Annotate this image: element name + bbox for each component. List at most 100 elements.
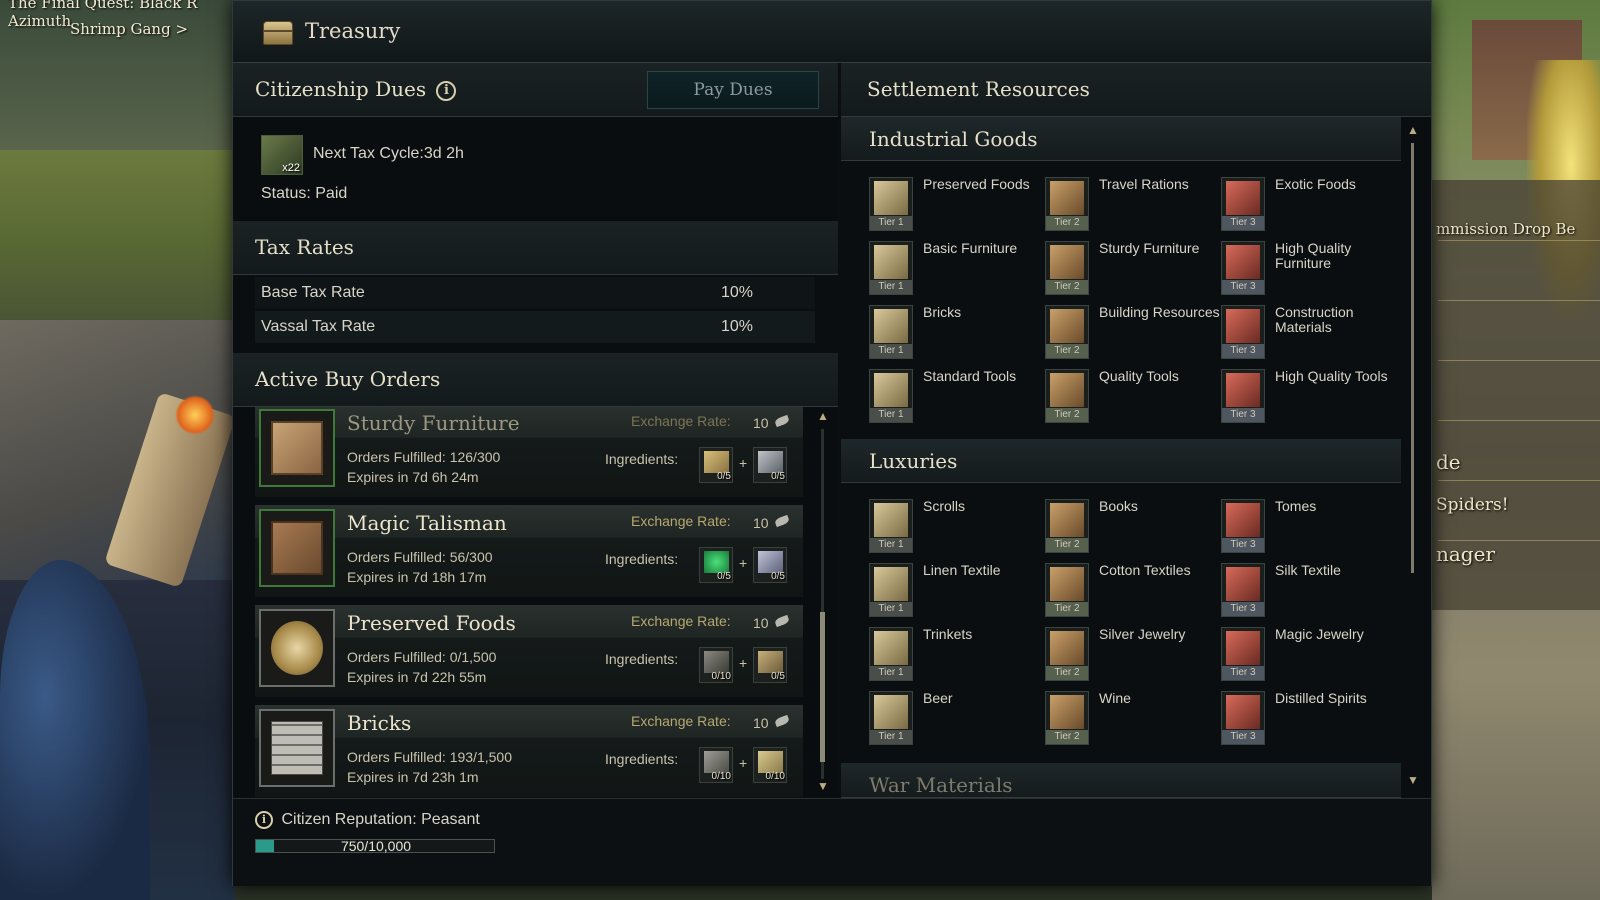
ingredient-slot[interactable]: 0/5 xyxy=(699,447,733,483)
resource-sturdy-furniture[interactable]: Tier 2 Sturdy Furniture xyxy=(1045,239,1225,299)
tier-badge: Tier 2 xyxy=(1046,280,1088,294)
tier-badge: Tier 2 xyxy=(1046,538,1088,552)
buy-order-sturdy-furniture[interactable]: Sturdy Furniture Exchange Rate: 10 Order… xyxy=(255,407,803,497)
resource-label: Beer xyxy=(923,690,953,706)
resource-travel-rations[interactable]: Tier 2 Travel Rations xyxy=(1045,175,1225,235)
quality-tools-icon: Tier 2 xyxy=(1045,369,1089,423)
building-resources-icon: Tier 2 xyxy=(1045,305,1089,359)
ingredient-slot[interactable]: 0/5 xyxy=(699,547,733,583)
resource-beer[interactable]: Tier 1 Beer xyxy=(869,689,1049,749)
category-luxuries[interactable]: Luxuries xyxy=(841,439,1401,483)
order-expiry: Expires in 7d 22h 55m xyxy=(347,669,487,685)
resource-label: Scrolls xyxy=(923,498,966,514)
resource-label: Silver Jewelry xyxy=(1099,626,1186,642)
ingredient-count: 0/10 xyxy=(765,771,785,782)
info-icon[interactable]: i xyxy=(436,80,457,101)
resource-tomes[interactable]: Tier 3 Tomes xyxy=(1221,497,1401,557)
pay-dues-button[interactable]: Pay Dues xyxy=(647,71,819,109)
buy-order-preserved-foods[interactable]: Preserved Foods Exchange Rate: 10 Orders… xyxy=(255,605,803,697)
ingredient-slot[interactable]: 0/10 xyxy=(753,747,787,783)
citizenship-dues-title: Citizenship Dues xyxy=(255,77,427,101)
resource-label: Silk Textile xyxy=(1275,562,1341,578)
preserved-foods-icon: Tier 1 xyxy=(869,177,913,231)
ingredient-slot[interactable]: 0/5 xyxy=(753,547,787,583)
silk-textile-icon: Tier 3 xyxy=(1221,563,1265,617)
reputation-info-icon[interactable]: i xyxy=(255,811,273,829)
bricks-icon xyxy=(271,721,323,775)
grass-scenery xyxy=(0,150,235,320)
orders-scrollbar-thumb[interactable] xyxy=(820,612,825,762)
tier-badge: Tier 1 xyxy=(870,344,912,358)
resource-label: Building Resources xyxy=(1099,304,1220,320)
books-icon: Tier 2 xyxy=(1045,499,1089,553)
window-title: Treasury xyxy=(305,19,401,43)
ticket-quantity: x22 xyxy=(282,162,300,174)
resource-preserved-foods[interactable]: Tier 1 Preserved Foods xyxy=(869,175,1049,235)
tier-badge: Tier 1 xyxy=(870,730,912,744)
resource-exotic-foods[interactable]: Tier 3 Exotic Foods xyxy=(1221,175,1401,235)
tier-badge: Tier 1 xyxy=(870,216,912,230)
resource-silver-jewelry[interactable]: Tier 2 Silver Jewelry xyxy=(1045,625,1225,685)
active-buy-orders-header: Active Buy Orders xyxy=(233,353,838,407)
order-thumbnail xyxy=(259,709,335,787)
resource-construction-materials[interactable]: Tier 3 Construction Materials xyxy=(1221,303,1401,363)
category-industrial-goods[interactable]: Industrial Goods xyxy=(841,117,1401,161)
resource-label: High Quality Furniture xyxy=(1275,240,1352,271)
resource-standard-tools[interactable]: Tier 1 Standard Tools xyxy=(869,367,1049,427)
bricks-icon: Tier 1 xyxy=(869,305,913,359)
resource-distilled-spirits[interactable]: Tier 3 Distilled Spirits xyxy=(1221,689,1401,749)
preserved-foods-icon xyxy=(271,621,323,675)
tax-row-base: Base Tax Rate 10% xyxy=(255,277,815,309)
metal-icon xyxy=(758,451,783,473)
buy-order-bricks[interactable]: Bricks Exchange Rate: 10 Orders Fulfille… xyxy=(255,705,803,797)
basic-furniture-icon: Tier 1 xyxy=(869,241,913,295)
torch-fire xyxy=(175,395,215,435)
resource-cotton-textiles[interactable]: Tier 2 Cotton Textiles xyxy=(1045,561,1225,621)
plus-sign: + xyxy=(739,455,748,471)
resource-basic-furniture[interactable]: Tier 1 Basic Furniture xyxy=(869,239,1049,299)
resources-scroll-down-arrow-icon[interactable]: ▼ xyxy=(1407,773,1419,787)
resource-silk-textile[interactable]: Tier 3 Silk Textile xyxy=(1221,561,1401,621)
resource-books[interactable]: Tier 2 Books xyxy=(1045,497,1225,557)
quest-tracker-location: Azimuth xyxy=(8,12,72,30)
treasure-chest-icon xyxy=(263,21,293,45)
ingredient-slot[interactable]: 0/5 xyxy=(753,647,787,683)
resource-wine[interactable]: Tier 2 Wine xyxy=(1045,689,1225,749)
resources-scrollbar-thumb[interactable] xyxy=(1411,143,1414,573)
resource-magic-jewelry[interactable]: Tier 3 Magic Jewelry xyxy=(1221,625,1401,685)
exchange-rate-label: Exchange Rate: xyxy=(631,513,731,529)
ingredient-slot[interactable]: 0/5 xyxy=(753,447,787,483)
order-expiry: Expires in 7d 6h 24m xyxy=(347,469,479,485)
resource-high-quality-furniture[interactable]: Tier 3 High Quality Furniture xyxy=(1221,239,1401,299)
category-war-materials[interactable]: War Materials xyxy=(841,763,1401,798)
ingredient-slot[interactable]: 0/10 xyxy=(699,747,733,783)
scroll-down-arrow-icon[interactable]: ▼ xyxy=(817,779,829,793)
resource-bricks[interactable]: Tier 1 Bricks xyxy=(869,303,1049,363)
resource-quality-tools[interactable]: Tier 2 Quality Tools xyxy=(1045,367,1225,427)
orders-fulfilled: Orders Fulfilled: 126/300 xyxy=(347,449,501,465)
ingredient-slot[interactable]: 0/10 xyxy=(699,647,733,683)
resource-label: Tomes xyxy=(1275,498,1317,514)
resource-label: Trinkets xyxy=(923,626,973,642)
resources-scroll-up-arrow-icon[interactable]: ▲ xyxy=(1407,123,1419,137)
stone-icon xyxy=(704,751,729,773)
treasury-window: Treasury Citizenship Dues i Pay Dues x22… xyxy=(232,0,1432,886)
resource-building-resources[interactable]: Tier 2 Building Resources xyxy=(1045,303,1225,363)
sturdy-furniture-icon: Tier 2 xyxy=(1045,241,1089,295)
salt-icon xyxy=(704,651,729,673)
resource-scrolls[interactable]: Tier 1 Scrolls xyxy=(869,497,1049,557)
order-thumbnail xyxy=(259,509,335,587)
ingredient-count: 0/5 xyxy=(717,571,731,582)
reputation-progress-bar: 750/10,000 xyxy=(255,838,495,854)
resource-high-quality-tools[interactable]: Tier 3 High Quality Tools xyxy=(1221,367,1401,427)
plus-sign: + xyxy=(739,755,748,771)
exchange-rate-value: 10 xyxy=(753,615,769,631)
tier-badge: Tier 3 xyxy=(1222,602,1264,616)
active-buy-orders-title: Active Buy Orders xyxy=(255,367,441,391)
resource-linen-textile[interactable]: Tier 1 Linen Textile xyxy=(869,561,1049,621)
scroll-up-arrow-icon[interactable]: ▲ xyxy=(817,409,829,423)
tier-badge: Tier 2 xyxy=(1046,344,1088,358)
buy-order-magic-talisman[interactable]: Magic Talisman Exchange Rate: 10 Orders … xyxy=(255,505,803,597)
silver-icon xyxy=(758,551,783,573)
resource-trinkets[interactable]: Tier 1 Trinkets xyxy=(869,625,1049,685)
